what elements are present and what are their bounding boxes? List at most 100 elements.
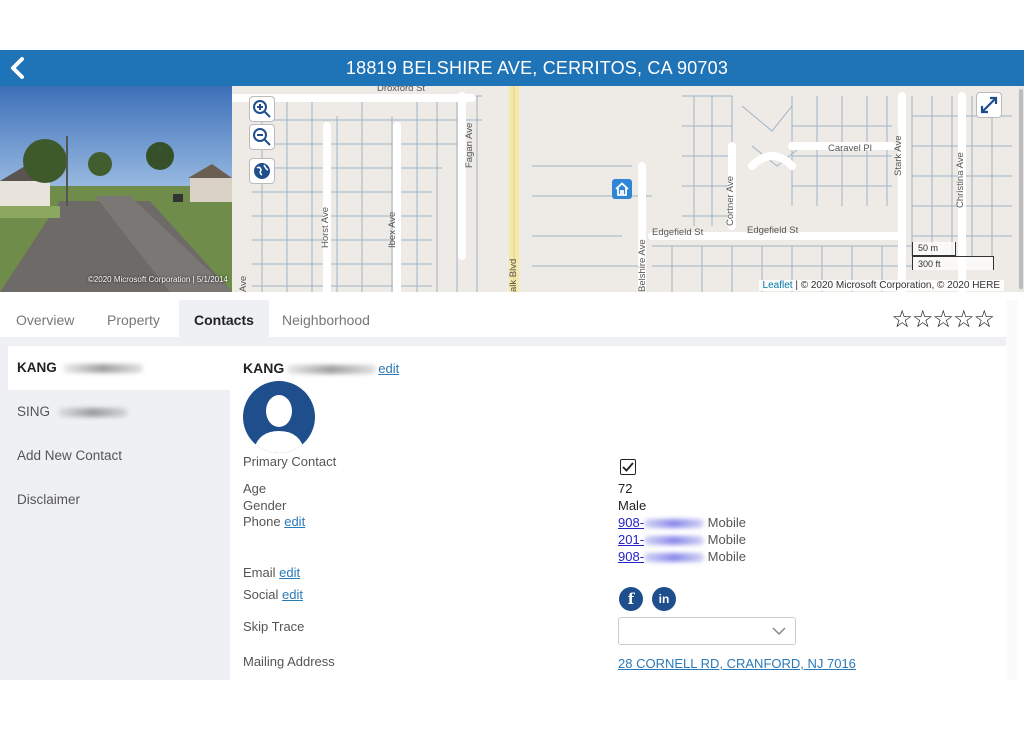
edit-phone-link[interactable]: edit bbox=[284, 514, 305, 529]
globe-icon bbox=[254, 163, 270, 179]
social-label: Social bbox=[243, 587, 279, 602]
property-marker[interactable] bbox=[612, 179, 632, 199]
skip-trace-select[interactable] bbox=[618, 617, 796, 645]
redacted-text bbox=[62, 363, 143, 373]
social-label-row: Social edit bbox=[243, 587, 303, 602]
phone-type: Mobile bbox=[707, 532, 746, 547]
map-label-edgefield-1: Edgefield St bbox=[652, 227, 704, 238]
street-view-credit: ©2020 Microsoft Corporation | 5/1/2014 bbox=[87, 275, 228, 284]
zoom-out-icon bbox=[253, 128, 271, 146]
top-bar: 18819 BELSHIRE AVE, CERRITOS, CA 90703 bbox=[0, 50, 1024, 86]
scrollbar-thumb[interactable] bbox=[1019, 89, 1023, 289]
star-icon-4[interactable]: ☆ bbox=[953, 306, 974, 333]
tab-overview[interactable]: Overview bbox=[1, 300, 89, 340]
mailing-address-link[interactable]: 28 CORNELL RD, CRANFORD, NJ 7016 bbox=[618, 656, 856, 671]
street-photo bbox=[0, 86, 232, 292]
tab-property[interactable]: Property bbox=[92, 300, 175, 340]
edit-social-link[interactable]: edit bbox=[282, 587, 303, 602]
phone-link[interactable]: 908- bbox=[618, 515, 705, 530]
map-label-cortner: Cortner Ave bbox=[725, 176, 736, 226]
redacted-text bbox=[644, 553, 705, 563]
chevron-left-icon bbox=[11, 57, 24, 79]
map-scale: 50 m 300 ft bbox=[912, 242, 994, 270]
contact-name-text: KANG bbox=[243, 360, 285, 376]
fullscreen-icon bbox=[980, 96, 998, 114]
page-scrollbar[interactable] bbox=[1006, 300, 1018, 680]
street-view-image[interactable]: ©2020 Microsoft Corporation | 5/1/2014 bbox=[0, 86, 232, 292]
sidebar-item-disclaimer[interactable]: Disclaimer bbox=[8, 478, 230, 522]
phone-row: 908- Mobile bbox=[618, 515, 746, 530]
primary-contact-checkbox[interactable] bbox=[620, 459, 636, 475]
map-label-fagan: Fagan Ave bbox=[464, 122, 475, 168]
check-icon bbox=[622, 462, 634, 472]
age-label: Age bbox=[243, 481, 267, 496]
star-icon-1[interactable]: ☆ bbox=[891, 306, 912, 333]
zoom-in-icon bbox=[253, 100, 271, 118]
contacts-sidebar: KANG SING Add New Contact Disclaimer bbox=[8, 346, 230, 522]
phone-row: 908- Mobile bbox=[618, 549, 746, 564]
phone-row: 201- Mobile bbox=[618, 532, 746, 547]
email-label-row: Email edit bbox=[243, 565, 300, 580]
attribution-text: | © 2020 Microsoft Corporation, © 2020 H… bbox=[792, 280, 1000, 291]
person-icon bbox=[253, 395, 305, 453]
contact-name: KANG edit bbox=[243, 360, 399, 376]
sidebar-item-contact-1[interactable]: KANG bbox=[8, 346, 230, 390]
chevron-down-icon bbox=[772, 627, 786, 636]
back-button[interactable] bbox=[6, 54, 30, 82]
facebook-icon[interactable]: f bbox=[619, 587, 643, 611]
map[interactable]: Droxford St Caravel Pl Edgefield St Edge… bbox=[232, 86, 1018, 292]
fullscreen-button[interactable] bbox=[976, 92, 1002, 118]
map-label-droxford: Droxford St bbox=[377, 86, 426, 94]
sidebar-item-contact-2[interactable]: SING bbox=[8, 390, 230, 434]
phone-label-row: Phone edit bbox=[243, 514, 305, 529]
linkedin-icon[interactable]: in bbox=[652, 587, 676, 611]
map-label-edge-ave: Ave bbox=[238, 275, 249, 292]
map-attribution: Leaflet | © 2020 Microsoft Corporation, … bbox=[758, 280, 1004, 291]
avatar bbox=[243, 381, 315, 453]
map-label-horst: Horst Ave bbox=[320, 206, 331, 248]
skip-trace-label: Skip Trace bbox=[243, 619, 305, 634]
map-scrollbar[interactable] bbox=[1018, 86, 1024, 292]
star-rating: ☆☆☆☆☆ bbox=[891, 305, 995, 334]
redacted-text bbox=[286, 364, 377, 374]
phone-link[interactable]: 201- bbox=[618, 532, 705, 547]
scale-imperial: 300 ft bbox=[912, 256, 994, 270]
gender-label: Gender bbox=[243, 498, 287, 513]
page-title: 18819 BELSHIRE AVE, CERRITOS, CA 90703 bbox=[345, 57, 729, 78]
zoom-out-button[interactable] bbox=[249, 124, 275, 150]
mailing-address-label: Mailing Address bbox=[243, 654, 335, 669]
zoom-in-button[interactable] bbox=[249, 96, 275, 122]
edit-email-link[interactable]: edit bbox=[279, 565, 300, 580]
scale-metric: 50 m bbox=[912, 242, 956, 256]
gender-value: Male bbox=[618, 498, 647, 513]
map-label-ibex: Ibex Ave bbox=[387, 211, 398, 248]
primary-contact-label: Primary Contact bbox=[243, 454, 337, 469]
star-icon-5[interactable]: ☆ bbox=[973, 306, 994, 333]
edit-name-link[interactable]: edit bbox=[378, 361, 399, 376]
phone-link[interactable]: 908- bbox=[618, 549, 705, 564]
sidebar-item-label: KANG bbox=[17, 360, 57, 375]
sidebar-item-label: SING bbox=[17, 404, 51, 419]
star-icon-2[interactable]: ☆ bbox=[912, 306, 933, 333]
tab-neighborhood[interactable]: Neighborhood bbox=[267, 300, 385, 340]
age-value: 72 bbox=[618, 481, 633, 496]
map-label-caravel: Caravel Pl bbox=[828, 143, 872, 154]
tab-contacts[interactable]: Contacts bbox=[179, 300, 269, 340]
leaflet-link[interactable]: Leaflet bbox=[763, 280, 793, 291]
phone-prefix: 201- bbox=[618, 532, 645, 547]
phone-label: Phone bbox=[243, 514, 281, 529]
star-icon-3[interactable]: ☆ bbox=[932, 306, 953, 333]
email-label: Email bbox=[243, 565, 276, 580]
phone-type: Mobile bbox=[707, 515, 746, 530]
map-label-belshire: Belshire Ave bbox=[637, 239, 648, 292]
phone-type: Mobile bbox=[707, 549, 746, 564]
sidebar-item-add-contact[interactable]: Add New Contact bbox=[8, 434, 230, 478]
phone-prefix: 908- bbox=[618, 515, 645, 530]
layers-button[interactable] bbox=[249, 158, 275, 184]
tab-bar: Overview Property Contacts Neighborhood … bbox=[0, 300, 1006, 340]
map-label-edgefield-2: Edgefield St bbox=[747, 225, 799, 236]
map-label-walk-blvd: alk Blvd bbox=[508, 258, 519, 292]
phone-prefix: 908- bbox=[618, 549, 645, 564]
home-icon bbox=[615, 182, 629, 196]
contacts-content: KANG SING Add New Contact Disclaimer KAN… bbox=[0, 338, 1006, 680]
